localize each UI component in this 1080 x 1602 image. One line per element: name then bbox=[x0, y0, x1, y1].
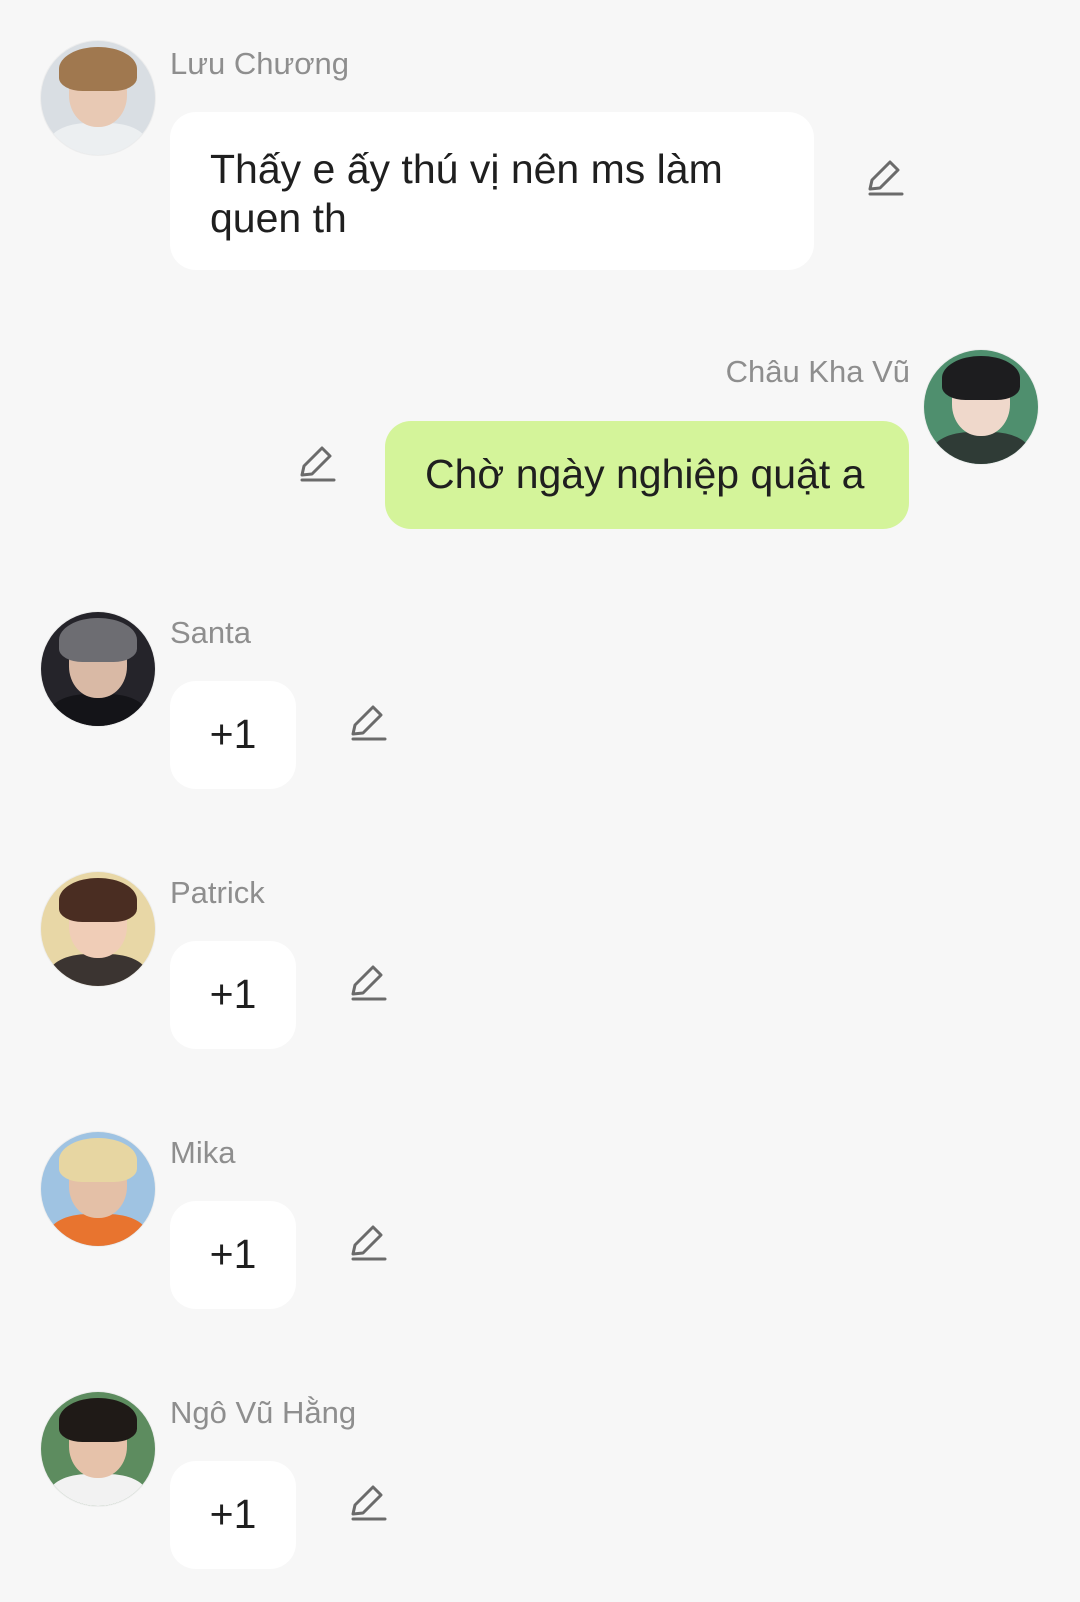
message-bubble[interactable]: Thấy e ấy thú vị nên ms làm quen th bbox=[170, 112, 814, 270]
avatar-ngo-vu-hang[interactable] bbox=[41, 1392, 155, 1506]
pencil-edit-icon bbox=[351, 1225, 387, 1261]
edit-message-button[interactable] bbox=[345, 1481, 389, 1525]
edit-message-button[interactable] bbox=[294, 442, 338, 486]
pencil-edit-icon bbox=[351, 965, 387, 1001]
message-text: Chờ ngày nghiệp quật a bbox=[425, 451, 865, 497]
message-text: Thấy e ấy thú vị nên ms làm quen th bbox=[210, 146, 723, 241]
avatar-chau-kha-vu[interactable] bbox=[924, 350, 1038, 464]
pencil-edit-icon bbox=[351, 1485, 387, 1521]
sender-name: Santa bbox=[170, 615, 252, 650]
avatar-mika[interactable] bbox=[41, 1132, 155, 1246]
sender-name: Ngô Vũ Hằng bbox=[170, 1395, 357, 1430]
message-text: +1 bbox=[209, 971, 257, 1017]
edit-message-button[interactable] bbox=[345, 701, 389, 745]
avatar-santa[interactable] bbox=[41, 612, 155, 726]
sender-name: Lưu Chương bbox=[170, 46, 350, 81]
message-bubble-outgoing[interactable]: Chờ ngày nghiệp quật a bbox=[385, 421, 909, 529]
message-text: +1 bbox=[209, 1491, 257, 1537]
message-bubble[interactable]: +1 bbox=[170, 941, 296, 1049]
message-bubble[interactable]: +1 bbox=[170, 1201, 296, 1309]
sender-name: Mika bbox=[170, 1135, 236, 1170]
pencil-edit-icon bbox=[300, 446, 336, 482]
avatar-patrick[interactable] bbox=[41, 872, 155, 986]
message-text: +1 bbox=[209, 1231, 257, 1277]
pencil-edit-icon bbox=[351, 705, 387, 741]
edit-message-button[interactable] bbox=[345, 1221, 389, 1265]
sender-name: Châu Kha Vũ bbox=[725, 354, 910, 389]
message-bubble[interactable]: +1 bbox=[170, 1461, 296, 1569]
avatar-luu-chuong[interactable] bbox=[41, 41, 155, 155]
message-bubble[interactable]: +1 bbox=[170, 681, 296, 789]
pencil-edit-icon bbox=[868, 160, 904, 196]
chat-message-list: Lưu Chương Thấy e ấy thú vị nên ms làm q… bbox=[0, 0, 1080, 1602]
edit-message-button[interactable] bbox=[862, 156, 906, 200]
sender-name: Patrick bbox=[170, 875, 265, 910]
edit-message-button[interactable] bbox=[345, 961, 389, 1005]
message-text: +1 bbox=[209, 711, 257, 757]
